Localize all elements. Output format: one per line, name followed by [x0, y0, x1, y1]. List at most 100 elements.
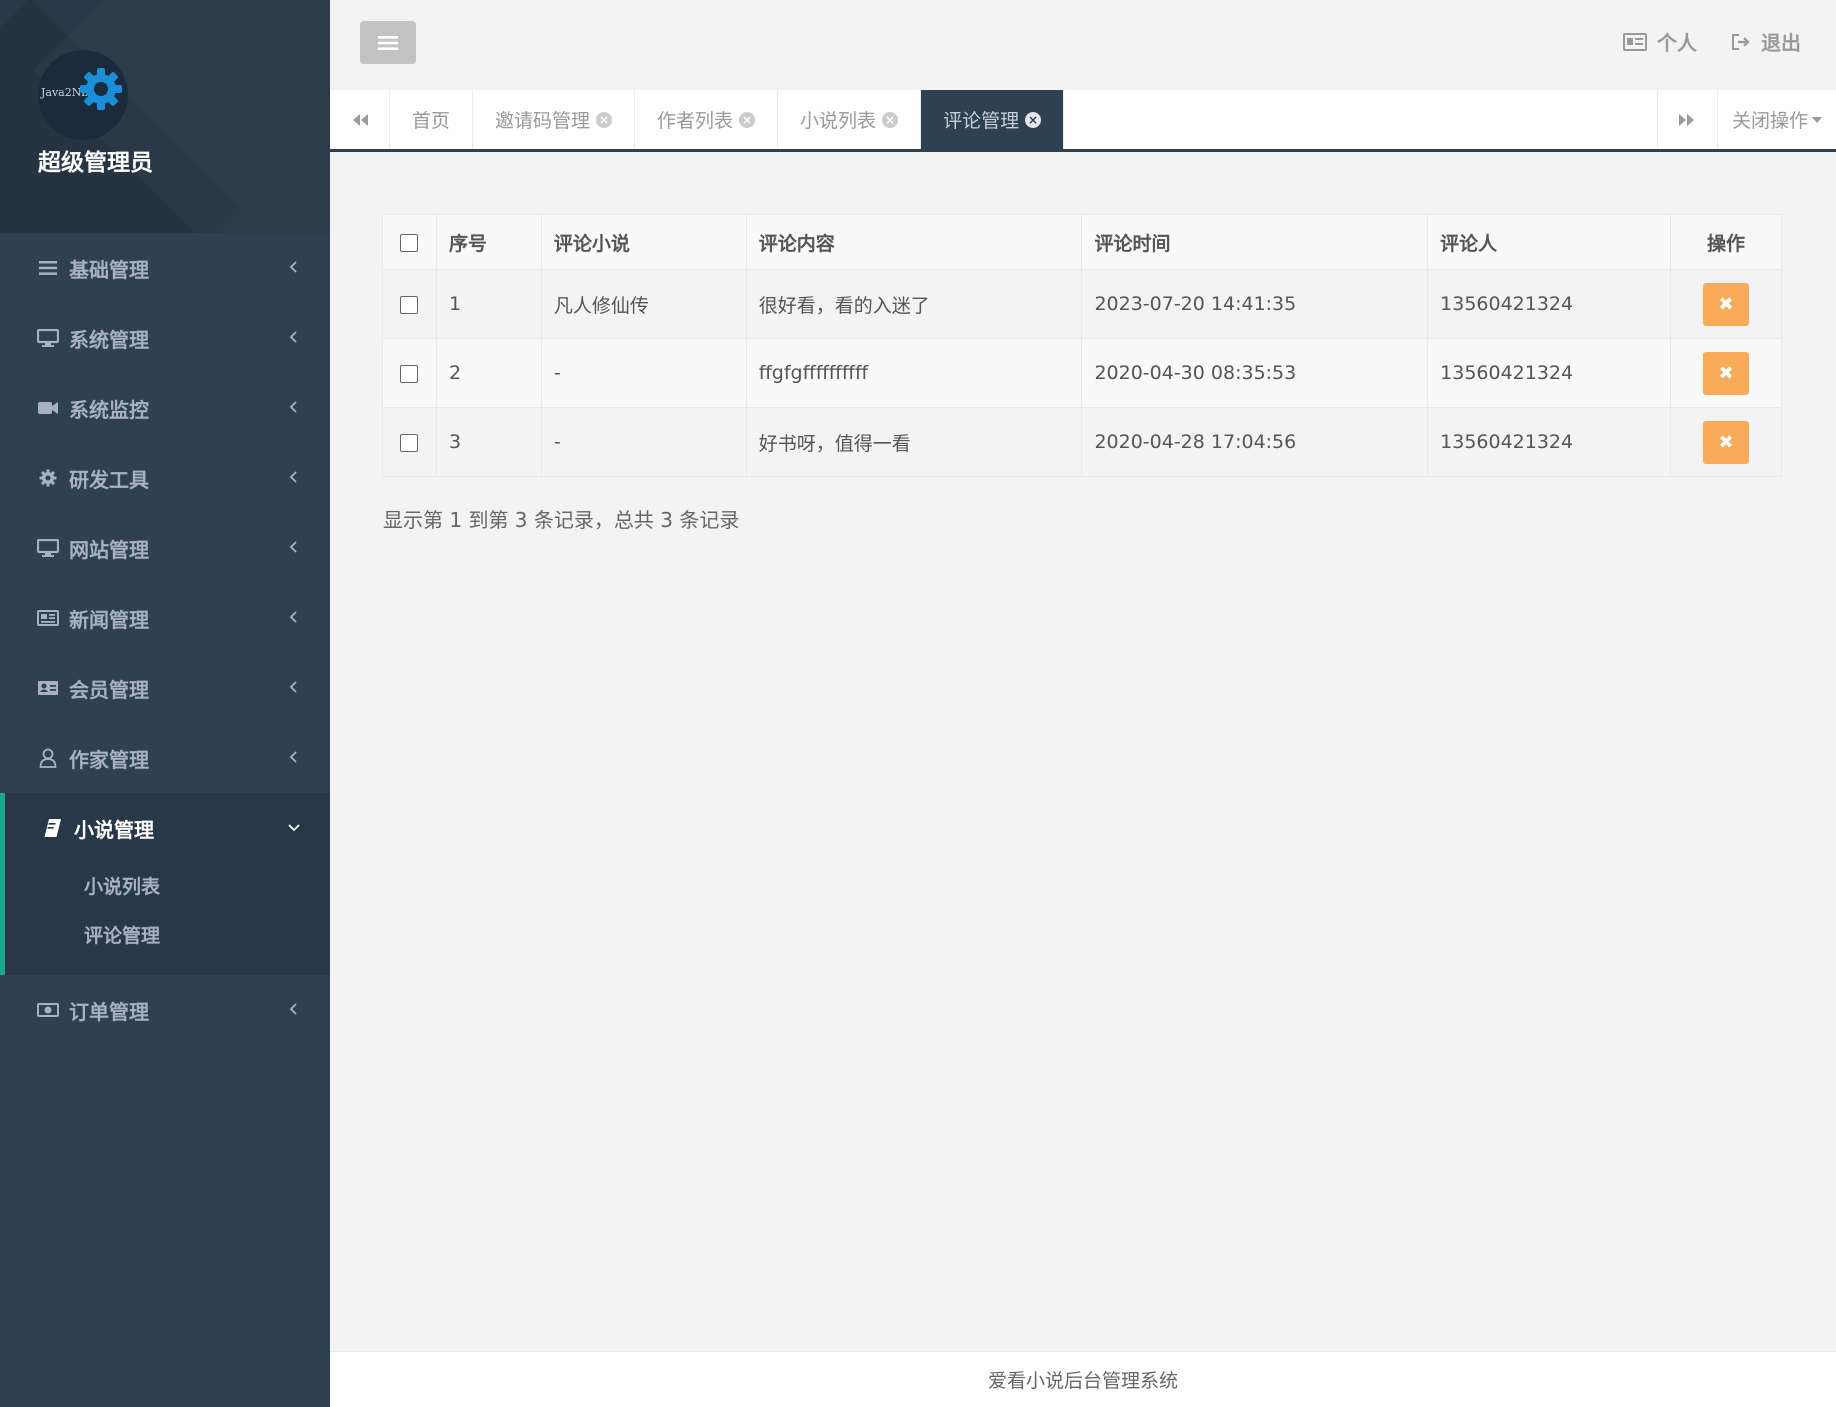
- side-menu: 基础管理 系统管理 系统监控 研发工具 网站管理 新闻管理 会员管理 作家管理: [0, 233, 330, 793]
- menu-item-label: 作家管理: [69, 747, 149, 772]
- column-header[interactable]: 评论内容: [745, 214, 1083, 270]
- logout-label: 退出: [1761, 31, 1801, 55]
- tab-close-icon[interactable]: ×: [1025, 111, 1042, 128]
- chevron-left-icon: [289, 751, 297, 763]
- cell-novel: -: [540, 338, 747, 408]
- menu-item-novels[interactable]: 小说管理: [5, 793, 330, 863]
- avatar[interactable]: Java2Nb: [38, 50, 128, 140]
- tab-list: 首页 邀请码管理 × 作者列表 × 小说列表 × 评论管理 ×: [390, 90, 1065, 149]
- cell-time: 2020-04-28 17:04:56: [1081, 407, 1429, 477]
- user-name[interactable]: 超级管理员: [38, 143, 153, 177]
- cell-no: 3: [435, 407, 542, 477]
- cell-novel: 凡人修仙传: [540, 269, 747, 339]
- chevron-down-icon: [288, 824, 300, 832]
- row-checkbox[interactable]: [400, 433, 419, 452]
- menu-item-label: 系统管理: [69, 327, 149, 352]
- sidebar-toggle-button[interactable]: [360, 21, 416, 64]
- column-header[interactable]: 评论时间: [1081, 214, 1429, 270]
- row-select-cell: [382, 407, 437, 477]
- select-all-checkbox[interactable]: [400, 233, 419, 252]
- menu-item-label: 会员管理: [69, 677, 149, 702]
- menu-item-monitor[interactable]: 系统监控: [0, 373, 330, 443]
- cell-user: 13560421324: [1427, 407, 1672, 477]
- logout-link[interactable]: 退出: [1731, 27, 1801, 56]
- cell-user: 13560421324: [1427, 338, 1672, 408]
- chevron-left-icon: [289, 1003, 297, 1015]
- top-right-links: 个人 退出: [1623, 27, 1801, 56]
- table-row[interactable]: 2 - ffgfgffffffffff 2020-04-30 08:35:53 …: [382, 338, 1782, 408]
- tab-authors[interactable]: 作者列表 ×: [635, 90, 779, 149]
- id-card-icon: [1623, 32, 1647, 51]
- menu-item-website[interactable]: 网站管理: [0, 513, 330, 583]
- column-header[interactable]: 评论人: [1427, 214, 1672, 270]
- row-checkbox[interactable]: [400, 364, 419, 383]
- top-navbar: 个人 退出: [330, 0, 1836, 90]
- cell-time: 2023-07-20 14:41:35: [1081, 269, 1429, 339]
- id-card-icon: [37, 677, 59, 699]
- submenu-item-comment-management[interactable]: 评论管理: [5, 912, 330, 961]
- menu-item-members[interactable]: 会员管理: [0, 653, 330, 723]
- chevron-left-icon: [289, 331, 297, 343]
- cell-content: 好书呀，值得一看: [745, 407, 1083, 477]
- tab-label: 评论管理: [943, 110, 1020, 132]
- chevron-left-icon: [289, 681, 297, 693]
- gear-icon: [37, 467, 59, 489]
- sign-out-icon: [1732, 33, 1750, 50]
- video-camera-icon: [37, 397, 59, 419]
- menu-item-system[interactable]: 系统管理: [0, 303, 330, 373]
- row-checkbox[interactable]: [400, 295, 419, 314]
- cell-actions: ✖: [1670, 407, 1782, 477]
- delete-button[interactable]: ✖: [1703, 351, 1750, 395]
- book-icon: [42, 817, 64, 839]
- menu-item-devtools[interactable]: 研发工具: [0, 443, 330, 513]
- footer: 爱看小说后台管理系统: [330, 1351, 1836, 1407]
- menu-item-basic[interactable]: 基础管理: [0, 233, 330, 303]
- tab-scroll-right-button[interactable]: [1656, 90, 1717, 149]
- menu-item-news[interactable]: 新闻管理: [0, 583, 330, 653]
- tab-close-icon[interactable]: ×: [596, 111, 613, 128]
- sidebar: Java2Nb 超级管理员 基础管理 系统管理 系统监控 研发工具 网站管理 新…: [0, 0, 330, 1407]
- money-icon: [37, 999, 59, 1021]
- caret-down-icon: [1812, 116, 1822, 123]
- close-operations-dropdown[interactable]: 关闭操作: [1716, 90, 1836, 149]
- delete-button[interactable]: ✖: [1703, 282, 1750, 326]
- cell-content: ffgfgffffffffff: [745, 338, 1083, 408]
- cell-time: 2020-04-30 08:35:53: [1081, 338, 1429, 408]
- submenu-item-novel-list[interactable]: 小说列表: [5, 863, 330, 912]
- menu-item-label: 基础管理: [69, 257, 149, 282]
- menu-item-orders[interactable]: 订单管理: [0, 975, 330, 1045]
- menu-item-writers[interactable]: 作家管理: [0, 723, 330, 793]
- menu-item-label: 小说管理: [74, 817, 154, 842]
- profile-header: Java2Nb 超级管理员: [0, 0, 330, 233]
- cell-novel: -: [540, 407, 747, 477]
- comments-table: 序号 评论小说 评论内容 评论时间 评论人 操作 1 凡人修仙传 很好看，看的入…: [382, 214, 1782, 477]
- cell-actions: ✖: [1670, 338, 1782, 408]
- cell-content: 很好看，看的入迷了: [745, 269, 1083, 339]
- tab-close-icon[interactable]: ×: [739, 111, 756, 128]
- tab-label: 作者列表: [657, 110, 734, 132]
- cell-no: 2: [435, 338, 542, 408]
- personal-link[interactable]: 个人: [1623, 27, 1697, 56]
- tab-novels[interactable]: 小说列表 ×: [778, 90, 922, 149]
- table-header-row: 序号 评论小说 评论内容 评论时间 评论人 操作: [382, 214, 1782, 270]
- footer-text: 爱看小说后台管理系统: [987, 1370, 1178, 1392]
- table-row[interactable]: 1 凡人修仙传 很好看，看的入迷了 2023-07-20 14:41:35 13…: [382, 269, 1782, 339]
- row-select-cell: [382, 338, 437, 408]
- column-header[interactable]: 序号: [435, 214, 542, 270]
- cell-user: 13560421324: [1427, 269, 1672, 339]
- tab-close-icon[interactable]: ×: [882, 111, 899, 128]
- user-icon: [37, 747, 59, 769]
- tab-comments[interactable]: 评论管理 ×: [921, 90, 1065, 149]
- delete-button[interactable]: ✖: [1703, 420, 1750, 464]
- chevron-left-icon: [289, 611, 297, 623]
- tab-home[interactable]: 首页: [390, 90, 474, 149]
- bars-icon: [37, 257, 59, 279]
- close-operations-label: 关闭操作: [1731, 110, 1808, 132]
- tab-scroll-left-button[interactable]: [330, 90, 390, 149]
- table-row[interactable]: 3 - 好书呀，值得一看 2020-04-28 17:04:56 1356042…: [382, 407, 1782, 477]
- column-header[interactable]: 评论小说: [540, 214, 747, 270]
- pagination-info: 显示第 1 到第 3 条记录，总共 3 条记录: [383, 508, 740, 532]
- tab-invite-codes[interactable]: 邀请码管理 ×: [473, 90, 636, 149]
- tab-label: 邀请码管理: [495, 110, 591, 132]
- tab-label: 小说列表: [800, 110, 877, 132]
